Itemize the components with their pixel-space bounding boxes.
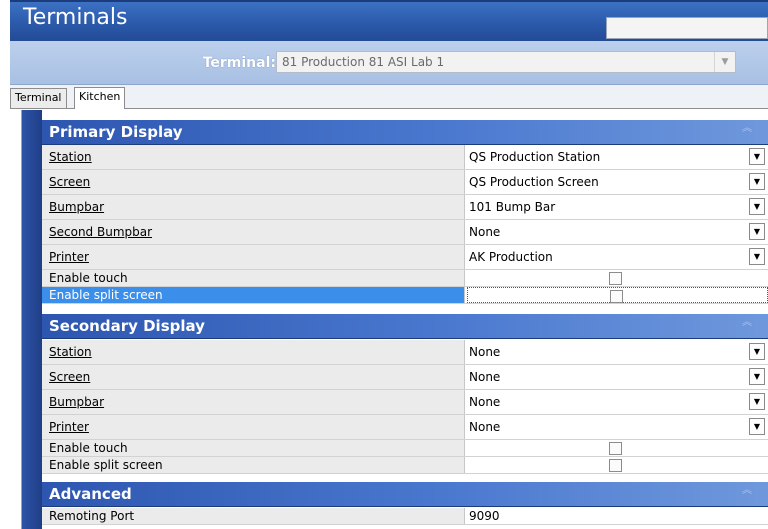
- tab-strip: Terminal Kitchen: [10, 85, 768, 109]
- row-screen[interactable]: Screen None ▼: [42, 365, 768, 390]
- row-label: Enable touch: [42, 270, 465, 286]
- enable-split-screen-cell: [467, 457, 768, 473]
- dropdown-value: None: [469, 370, 501, 384]
- section-title: Advanced: [49, 485, 132, 503]
- tab-terminal[interactable]: Terminal: [10, 88, 67, 108]
- collapse-chevron-icon[interactable]: ︽: [742, 124, 752, 134]
- enable-touch-cell: [467, 440, 768, 456]
- station-dropdown[interactable]: QS Production Station ▼: [467, 145, 768, 169]
- terminal-label: Terminal:: [202, 55, 276, 71]
- row-enable-split-screen[interactable]: Enable split screen: [42, 287, 768, 304]
- chevron-down-icon[interactable]: ▼: [749, 418, 765, 435]
- row-label: Bumpbar: [42, 195, 465, 219]
- row-bumpbar[interactable]: Bumpbar None ▼: [42, 390, 768, 415]
- enable-touch-cell: [467, 270, 768, 286]
- row-label: Bumpbar: [42, 390, 465, 414]
- row-label: Remoting Port: [42, 508, 465, 524]
- bumpbar-dropdown[interactable]: 101 Bump Bar ▼: [467, 195, 768, 219]
- chevron-down-icon[interactable]: ▼: [749, 248, 765, 265]
- screen-dropdown[interactable]: None ▼: [467, 365, 768, 389]
- printer-dropdown[interactable]: None ▼: [467, 415, 768, 439]
- chevron-down-icon[interactable]: ▼: [749, 173, 765, 190]
- station-dropdown[interactable]: None ▼: [467, 340, 768, 364]
- enable-split-screen-checkbox[interactable]: [609, 459, 622, 472]
- dropdown-value: None: [469, 420, 501, 434]
- row-enable-split-screen[interactable]: Enable split screen: [42, 457, 768, 474]
- terminal-dropdown-value: 81 Production 81 ASI Lab 1: [282, 55, 445, 69]
- dropdown-value: None: [469, 345, 501, 359]
- chevron-down-icon[interactable]: ▼: [749, 148, 765, 165]
- row-enable-touch[interactable]: Enable touch: [42, 440, 768, 457]
- row-label: Screen: [42, 170, 465, 194]
- row-label: Printer: [42, 415, 465, 439]
- chevron-down-icon[interactable]: ▼: [749, 343, 765, 360]
- row-label: Printer: [42, 245, 465, 269]
- chevron-down-icon[interactable]: ▼: [714, 52, 735, 72]
- bumpbar-dropdown[interactable]: None ▼: [467, 390, 768, 414]
- chevron-down-icon[interactable]: ▼: [749, 223, 765, 240]
- row-label: Second Bumpbar: [42, 220, 465, 244]
- dropdown-value: 101 Bump Bar: [469, 200, 556, 214]
- terminal-dropdown[interactable]: 81 Production 81 ASI Lab 1 ▼: [276, 51, 736, 73]
- section-advanced[interactable]: Advanced ︽: [42, 482, 768, 507]
- collapse-chevron-icon[interactable]: ︽: [742, 486, 752, 496]
- row-label: Screen: [42, 365, 465, 389]
- row-printer[interactable]: Printer AK Production ▼: [42, 245, 768, 270]
- section-title: Secondary Display: [49, 317, 205, 335]
- chevron-down-icon[interactable]: ▼: [749, 393, 765, 410]
- grid-left-border: [10, 110, 22, 529]
- row-bumpbar[interactable]: Bumpbar 101 Bump Bar ▼: [42, 195, 768, 220]
- row-remoting-port[interactable]: Remoting Port 9090: [42, 508, 768, 525]
- dropdown-value: AK Production: [469, 250, 553, 264]
- dropdown-value: QS Production Screen: [469, 175, 599, 189]
- screen-dropdown[interactable]: QS Production Screen ▼: [467, 170, 768, 194]
- tab-kitchen[interactable]: Kitchen: [74, 87, 126, 109]
- terminal-selector-bar: Terminal: 81 Production 81 ASI Lab 1 ▼: [10, 41, 768, 85]
- window-title: Terminals: [23, 5, 128, 30]
- section-title: Primary Display: [49, 123, 183, 141]
- grid-gutter: [22, 110, 42, 529]
- dropdown-value: None: [469, 395, 501, 409]
- enable-touch-checkbox[interactable]: [609, 442, 622, 455]
- row-label: Station: [42, 145, 465, 169]
- printer-dropdown[interactable]: AK Production ▼: [467, 245, 768, 269]
- enable-split-screen-checkbox[interactable]: [610, 290, 623, 303]
- title-bar-field[interactable]: [606, 17, 768, 39]
- enable-touch-checkbox[interactable]: [609, 272, 622, 285]
- row-label: Station: [42, 340, 465, 364]
- row-label: Enable split screen: [42, 287, 465, 303]
- row-label: Enable split screen: [42, 457, 465, 473]
- section-secondary-display[interactable]: Secondary Display ︽: [42, 314, 768, 339]
- section-primary-display[interactable]: Primary Display ︽: [42, 120, 768, 145]
- row-enable-touch[interactable]: Enable touch: [42, 270, 768, 287]
- second-bumpbar-dropdown[interactable]: None ▼: [467, 220, 768, 244]
- title-bar: Terminals: [10, 0, 768, 41]
- chevron-down-icon[interactable]: ▼: [749, 368, 765, 385]
- row-station[interactable]: Station QS Production Station ▼: [42, 145, 768, 170]
- row-label: Enable touch: [42, 440, 465, 456]
- row-station[interactable]: Station None ▼: [42, 340, 768, 365]
- chevron-down-icon[interactable]: ▼: [749, 198, 765, 215]
- dropdown-value: QS Production Station: [469, 150, 601, 164]
- dropdown-value: None: [469, 225, 501, 239]
- collapse-chevron-icon[interactable]: ︽: [742, 318, 752, 328]
- row-screen[interactable]: Screen QS Production Screen ▼: [42, 170, 768, 195]
- enable-split-screen-cell: [467, 287, 768, 303]
- terminals-window: Terminals Terminal: 81 Production 81 ASI…: [10, 0, 768, 529]
- row-second-bumpbar[interactable]: Second Bumpbar None ▼: [42, 220, 768, 245]
- property-grid: Primary Display ︽ Station QS Production …: [10, 110, 768, 529]
- row-printer[interactable]: Printer None ▼: [42, 415, 768, 440]
- remoting-port-input[interactable]: 9090: [467, 508, 768, 524]
